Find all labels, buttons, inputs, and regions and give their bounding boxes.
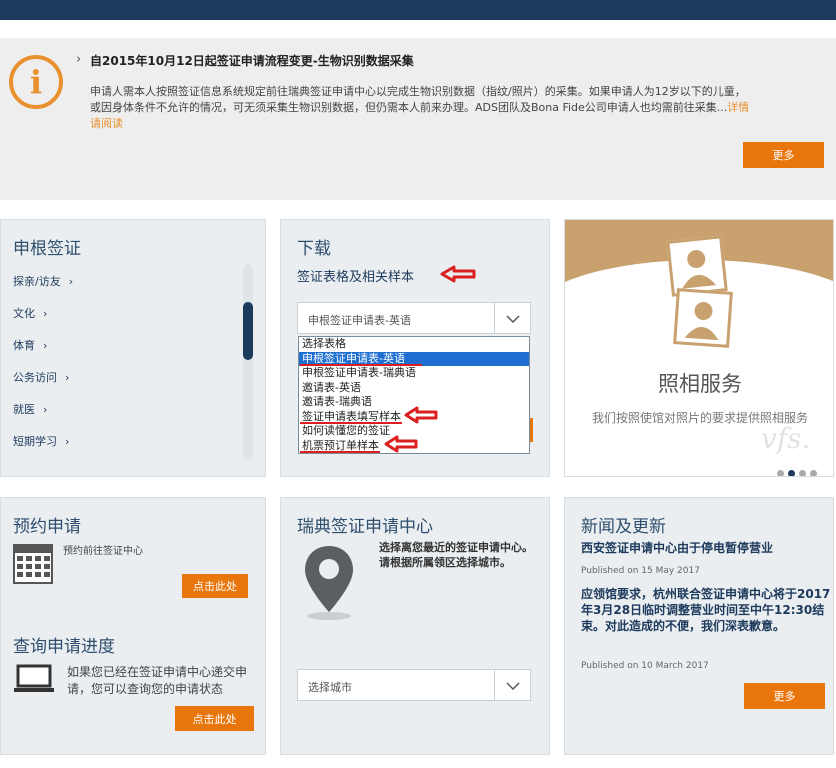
carousel-dot[interactable]	[799, 470, 806, 476]
notice-title[interactable]: 自2015年10月12日起签证申请流程变更-生物识别数据采集	[90, 52, 414, 69]
menu-item-business[interactable]: 公务访问 ›	[13, 369, 69, 385]
appointment-panel: 预约申请 预约前往签证中心 点击此处 查询申请进度 如果您已经在签证申请中心递交…	[0, 497, 266, 755]
track-click-here-button[interactable]: 点击此处	[175, 706, 254, 731]
scrollbar[interactable]	[243, 264, 253, 460]
portrait-photo-icon	[673, 288, 733, 348]
appointment-click-here-button[interactable]: 点击此处	[182, 574, 248, 598]
map-pin-icon	[305, 546, 353, 620]
chevron-right-icon: ›	[65, 371, 70, 384]
carousel-dot[interactable]	[777, 470, 784, 476]
visa-centre-panel: 瑞典签证申请中心 选择离您最近的签证申请中心。请根据所属领区选择城市。 选择城市	[280, 497, 550, 755]
chevron-right-icon: ›	[43, 307, 48, 320]
red-underline-annotation	[300, 422, 402, 424]
red-arrow-annotation-icon	[440, 265, 476, 283]
notice-body-text: 申请人需本人按照签证信息系统规定前往瑞典签证申请中心以完成生物识别数据（指纹/照…	[90, 85, 746, 114]
red-arrow-annotation-icon	[404, 406, 438, 424]
menu-item-short-study[interactable]: 短期学习 ›	[13, 433, 69, 449]
dropdown-option[interactable]: 选择表格	[299, 337, 529, 352]
menu-item-culture[interactable]: 文化 ›	[13, 305, 47, 321]
track-text: 如果您已经在签证申请中心递交申请，您可以查询您的申请状态	[67, 665, 248, 696]
dropdown-option[interactable]: 申根签证申请表-瑞典语	[299, 366, 529, 381]
carousel-dot[interactable]	[810, 470, 817, 476]
notice-body: 申请人需本人按照签证信息系统规定前往瑞典签证申请中心以完成生物识别数据（指纹/照…	[90, 84, 750, 132]
red-arrow-annotation-icon	[384, 435, 418, 453]
menu-item-family-visit[interactable]: 探亲/访友 ›	[13, 273, 73, 289]
form-select[interactable]: 申根签证申请表-英语	[297, 302, 531, 334]
notice-more-button[interactable]: 更多	[743, 142, 824, 168]
chevron-right-icon: ›	[76, 52, 82, 67]
menu-item-sports[interactable]: 体育 ›	[13, 337, 47, 353]
chevron-right-icon: ›	[65, 435, 70, 448]
visa-centre-title: 瑞典签证申请中心	[297, 517, 433, 537]
chevron-right-icon: ›	[43, 339, 48, 352]
appointment-title: 预约申请	[13, 517, 81, 537]
schengen-visa-panel: 申根签证 探亲/访友 › 文化 › 体育 › 公务访问 › 就医 › 短期学习 ›	[0, 219, 266, 477]
download-title: 下载	[297, 239, 331, 259]
news-item-headline[interactable]: 应领馆要求，杭州联合签证申请中心将于2017年3月28日临时调整营业时间至中午1…	[581, 586, 831, 634]
news-title: 新闻及更新	[581, 517, 666, 537]
red-underline-annotation	[300, 451, 380, 453]
laptop-icon	[14, 664, 54, 692]
news-panel: 新闻及更新 西安签证申请中心由于停电暂停营业 Published on 15 M…	[564, 497, 834, 755]
download-subtitle: 签证表格及相关样本	[297, 270, 415, 285]
download-panel: 下载 签证表格及相关样本 申根签证申请表-英语 选择表格 申根签证申请表-英语 …	[280, 219, 550, 477]
photo-service-panel[interactable]: 照相服务 我们按照使馆对照片的要求提供照相服务 vfs.	[564, 219, 834, 477]
form-select-value: 申根签证申请表-英语	[308, 314, 411, 327]
photo-service-title: 照相服务	[658, 372, 742, 396]
visa-centre-text: 选择离您最近的签证申请中心。请根据所属领区选择城市。	[379, 541, 533, 569]
city-select[interactable]: 选择城市	[297, 669, 531, 701]
track-title: 查询申请进度	[13, 637, 115, 657]
chevron-right-icon: ›	[68, 275, 74, 288]
vfs-watermark: vfs.	[761, 422, 811, 455]
portrait-photo-icon	[666, 235, 728, 297]
carousel-dot-active[interactable]	[788, 470, 795, 476]
appointment-text: 预约前往签证中心	[63, 546, 143, 557]
calendar-icon	[13, 544, 53, 584]
red-underline-annotation	[300, 364, 422, 366]
carousel-dots[interactable]	[777, 462, 821, 476]
schengen-title: 申根签证	[13, 239, 81, 259]
top-navigation-bar	[0, 0, 836, 20]
scrollbar-thumb[interactable]	[243, 302, 253, 360]
chevron-down-icon	[494, 670, 530, 700]
dropdown-option[interactable]: 邀请表-英语	[299, 381, 529, 396]
city-select-value: 选择城市	[308, 681, 352, 694]
notice-banner: i › 自2015年10月12日起签证申请流程变更-生物识别数据采集 申请人需本…	[0, 38, 836, 200]
chevron-down-icon	[494, 303, 530, 333]
chevron-right-icon: ›	[43, 403, 48, 416]
news-item-date: Published on 15 May 2017	[581, 566, 700, 576]
info-icon: i	[9, 55, 63, 109]
menu-item-medical[interactable]: 就医 ›	[13, 401, 47, 417]
news-item-date: Published on 10 March 2017	[581, 661, 709, 671]
news-item-headline[interactable]: 西安签证申请中心由于停电暂停营业	[581, 540, 831, 556]
news-more-button[interactable]: 更多	[744, 683, 825, 709]
